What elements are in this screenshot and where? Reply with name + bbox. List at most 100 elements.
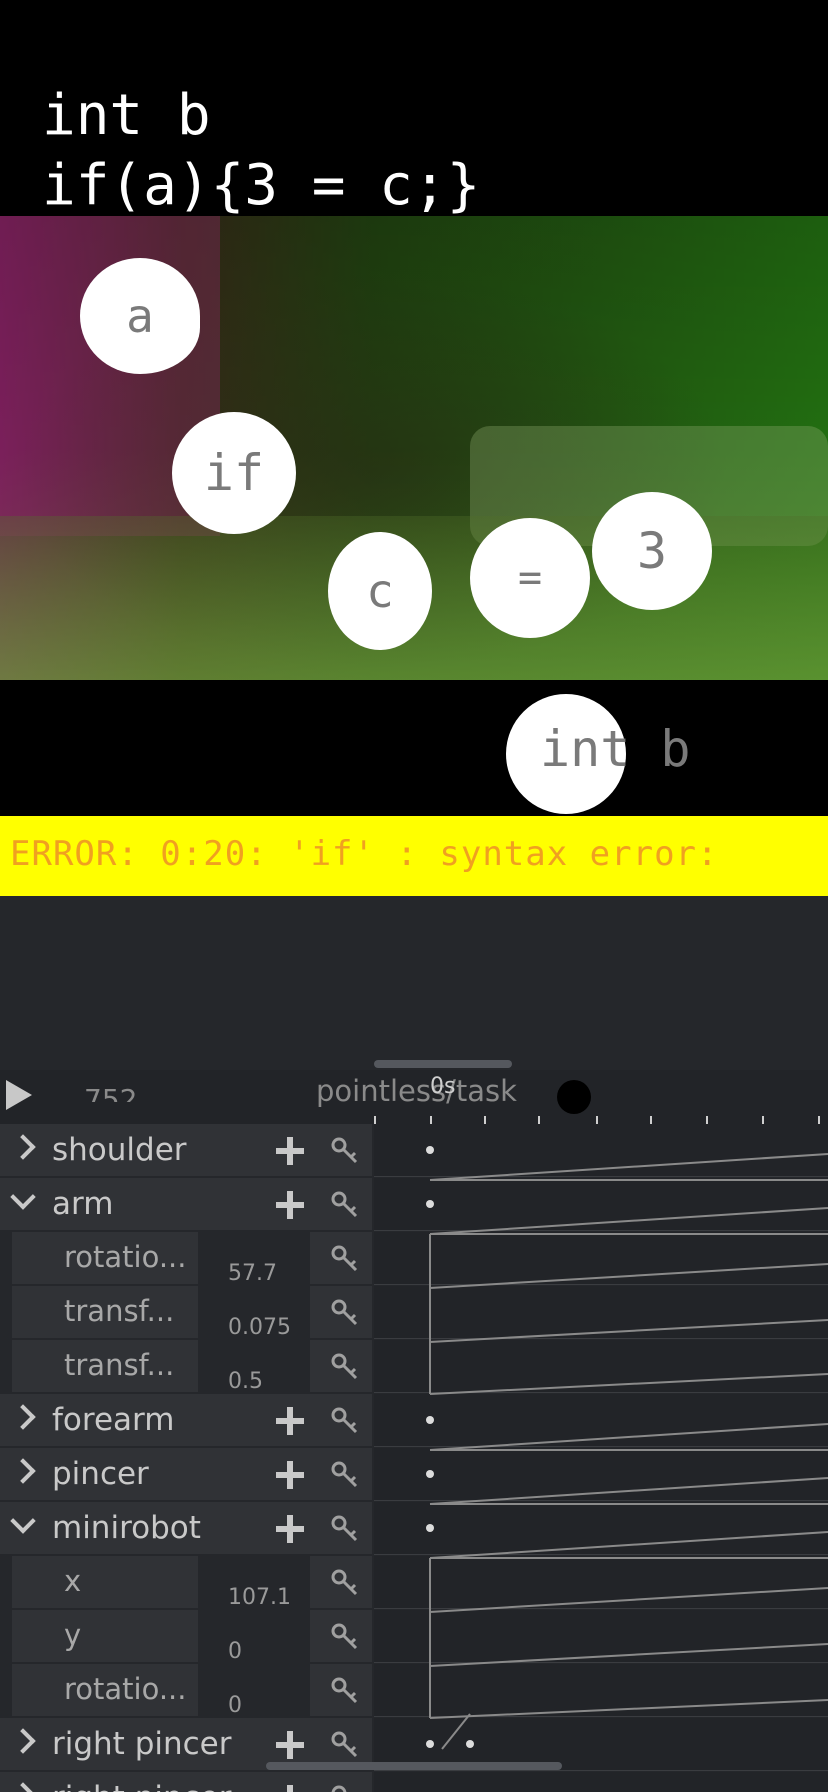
bubble-c[interactable]: c [328,532,432,650]
bubble-int-b-label: int b [540,720,691,778]
property-label: y [64,1618,82,1652]
property-label: rotatio... [64,1240,187,1274]
error-bar: ERROR: 0:20: 'if' : syntax error: [0,816,828,896]
property-name-cell: x [12,1556,198,1608]
property-value-field[interactable]: 57.7 [200,1232,308,1284]
property-key-cell [310,1232,372,1284]
timeline-header: 752 pointless/task 0s [0,1070,828,1128]
property-name-cell: transf... [12,1340,198,1392]
code-line-1: int b [42,83,211,148]
property-value-field[interactable]: 0.5 [200,1340,308,1392]
plus-icon[interactable] [276,1731,304,1759]
time-ruler-label: 0s [430,1074,456,1099]
property-name-cell: transf... [12,1286,198,1338]
plus-icon[interactable] [276,1191,304,1219]
property-value: 107.1 [228,1585,291,1608]
key-icon[interactable] [330,1406,360,1436]
property-key-cell [310,1286,372,1338]
code-line-2: if(a){3 = c;} [42,153,481,218]
key-icon[interactable] [330,1784,360,1792]
plus-icon[interactable] [276,1785,304,1792]
chevron-right-icon[interactable] [10,1458,36,1484]
track-header-right-pincer-2: right pincer [0,1772,372,1792]
key-icon[interactable] [330,1460,360,1490]
track-label: right pincer [52,1726,232,1762]
property-key-cell [310,1556,372,1608]
property-value: 0 [228,1639,242,1662]
property-value: 0.5 [228,1369,263,1392]
plus-icon[interactable] [276,1407,304,1435]
panel-resize-handle[interactable] [374,1060,512,1068]
bubble-3-label: 3 [636,522,668,580]
property-name-cell: y [12,1610,198,1662]
bubble-c-label: c [366,564,394,618]
property-key-cell [310,1610,372,1662]
key-icon[interactable] [330,1190,360,1220]
bubble-a[interactable]: a [80,258,200,374]
track-label: pincer [52,1456,149,1492]
property-value-field[interactable]: 0.075 [200,1286,308,1338]
track-header-forearm: forearm [0,1394,372,1446]
property-value: 0 [228,1693,242,1716]
camera-view: a if c = 3 [0,216,828,680]
key-icon[interactable] [330,1298,360,1328]
key-icon[interactable] [330,1136,360,1166]
property-value-field[interactable]: 0 [200,1610,308,1662]
track-header-minirobot: minirobot [0,1502,372,1554]
key-icon[interactable] [330,1352,360,1382]
track-row-right-pincer-2[interactable]: right pincer [0,1772,828,1792]
playhead-handle[interactable] [557,1080,591,1114]
track-label: forearm [52,1402,175,1438]
track-label: shoulder [52,1132,187,1168]
bubble-if[interactable]: if [172,412,296,534]
property-value-field[interactable]: 0 [200,1664,308,1716]
chevron-right-icon[interactable] [10,1782,36,1792]
property-value: 0.075 [228,1315,291,1338]
track-label: arm [52,1186,114,1222]
key-icon[interactable] [330,1514,360,1544]
bubble-equals-label: = [517,555,543,601]
track-label: right pincer [52,1780,232,1792]
chevron-right-icon[interactable] [10,1134,36,1160]
key-icon[interactable] [330,1568,360,1598]
property-name-cell: rotatio... [12,1664,198,1716]
property-key-cell [310,1664,372,1716]
key-icon[interactable] [330,1622,360,1652]
horizontal-scrollbar[interactable] [266,1762,562,1770]
bubble-if-label: if [203,444,265,502]
property-value: 57.7 [228,1261,277,1284]
key-icon[interactable] [330,1676,360,1706]
bubble-equals[interactable]: = [470,518,590,638]
chevron-right-icon[interactable] [10,1404,36,1430]
bubble-a-label: a [126,289,154,343]
play-icon[interactable] [6,1080,32,1110]
error-message: ERROR: 0:20: 'if' : syntax error: [10,834,719,874]
chevron-right-icon[interactable] [10,1728,36,1754]
clip-name: pointless/task [316,1074,517,1108]
interpolation-curves [429,1153,828,1750]
plus-icon[interactable] [276,1515,304,1543]
track-header-shoulder: shoulder [0,1124,372,1176]
track-label: minirobot [52,1510,201,1546]
property-name-cell: rotatio... [12,1232,198,1284]
chevron-down-icon[interactable] [10,1184,36,1210]
code-drop-area: int b [0,680,828,816]
plus-icon[interactable] [276,1137,304,1165]
bubble-3[interactable]: 3 [592,492,712,610]
property-label: x [64,1564,82,1598]
chevron-down-icon[interactable] [10,1508,36,1534]
key-icon[interactable] [330,1730,360,1760]
property-label: rotatio... [64,1672,187,1706]
plus-icon[interactable] [276,1461,304,1489]
property-label: transf... [64,1348,175,1382]
track-header-arm: arm [0,1178,372,1230]
key-icon[interactable] [330,1244,360,1274]
property-value-field[interactable]: 107.1 [200,1556,308,1608]
code-display: int b if(a){3 = c;} [0,0,828,216]
track-header-pincer: pincer [0,1448,372,1500]
property-key-cell [310,1340,372,1392]
animation-timeline-panel: 752 pointless/task 0s shoulder arm rotat… [0,896,828,1792]
property-label: transf... [64,1294,175,1328]
frame-counter: 752 [84,1083,138,1102]
track-timeline-right-pincer-2[interactable] [374,1772,828,1792]
